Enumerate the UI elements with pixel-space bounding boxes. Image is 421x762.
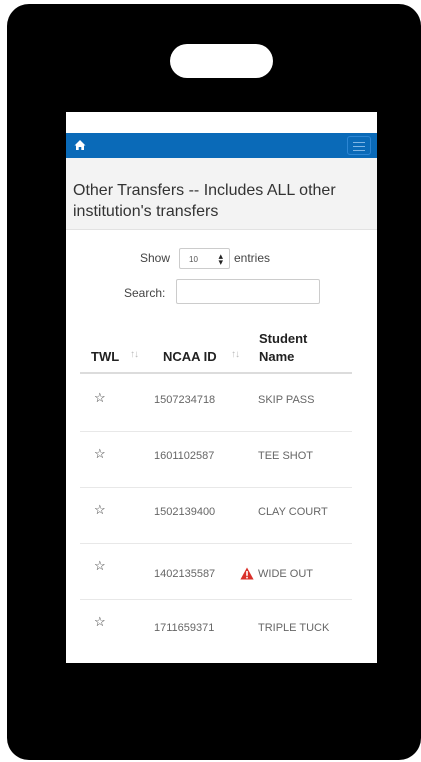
warning-icon (240, 567, 254, 580)
student-name-cell: TRIPLE TUCK (258, 622, 330, 634)
table-row[interactable]: ☆ 1711659371 TRIPLE TUCK (80, 600, 352, 656)
star-outline-icon[interactable]: ☆ (94, 614, 106, 630)
panel-title: Other Transfers -- Includes ALL other in… (66, 158, 377, 230)
top-navbar (66, 133, 377, 158)
home-icon[interactable] (74, 139, 86, 151)
table-row[interactable]: ☆ 1402135587 WIDE OUT (80, 544, 352, 600)
search-label: Search: (124, 286, 166, 300)
table-header: TWL ↑↓ NCAA ID ↑↓ Student Name (80, 322, 352, 374)
table-row[interactable]: ☆ 1601102587 TEE SHOT (80, 432, 352, 488)
sort-icon[interactable]: ↑↓ (130, 349, 139, 360)
star-outline-icon[interactable]: ☆ (94, 446, 106, 462)
entries-label: entries (234, 251, 271, 265)
phone-frame: Other Transfers -- Includes ALL other in… (7, 4, 421, 760)
search-control: Search: (66, 278, 377, 304)
phone-screen: Other Transfers -- Includes ALL other in… (66, 112, 377, 663)
show-label: Show (140, 251, 171, 265)
hamburger-menu-icon[interactable] (347, 136, 371, 155)
entries-select[interactable]: 10 ▴ ▾ (179, 248, 230, 269)
star-outline-icon[interactable]: ☆ (94, 390, 106, 406)
student-name-cell: CLAY COURT (258, 506, 328, 518)
column-header-twl[interactable]: TWL (91, 349, 119, 364)
ncaa-id-cell: 1502139400 (154, 506, 216, 518)
select-caret-icon: ▴ ▾ (218, 251, 223, 267)
sort-icon[interactable]: ↑↓ (231, 349, 240, 360)
star-outline-icon[interactable]: ☆ (94, 558, 106, 574)
table-row[interactable]: ☆ 1502139400 CLAY COURT (80, 488, 352, 544)
ncaa-id-cell: 1711659371 (154, 622, 215, 634)
student-name-cell: TEE SHOT (258, 450, 314, 462)
star-outline-icon[interactable]: ☆ (94, 502, 106, 518)
column-header-ncaa-id[interactable]: NCAA ID (163, 349, 217, 364)
student-name-cell: SKIP PASS (258, 394, 315, 406)
ncaa-id-cell: 1402135587 (154, 568, 216, 580)
student-name-cell: WIDE OUT (258, 568, 313, 580)
phone-speaker (170, 44, 273, 78)
ncaa-id-cell: 1601102587 (154, 450, 215, 462)
entries-length-control: Show 10 ▴ ▾ entries (66, 247, 377, 269)
table-row[interactable]: ☆ 1507234718 SKIP PASS (80, 376, 352, 432)
search-input[interactable] (176, 279, 320, 304)
column-header-student-name[interactable]: Student Name (259, 330, 307, 366)
ncaa-id-cell: 1507234718 (154, 394, 216, 406)
entries-select-value: 10 (189, 255, 198, 264)
